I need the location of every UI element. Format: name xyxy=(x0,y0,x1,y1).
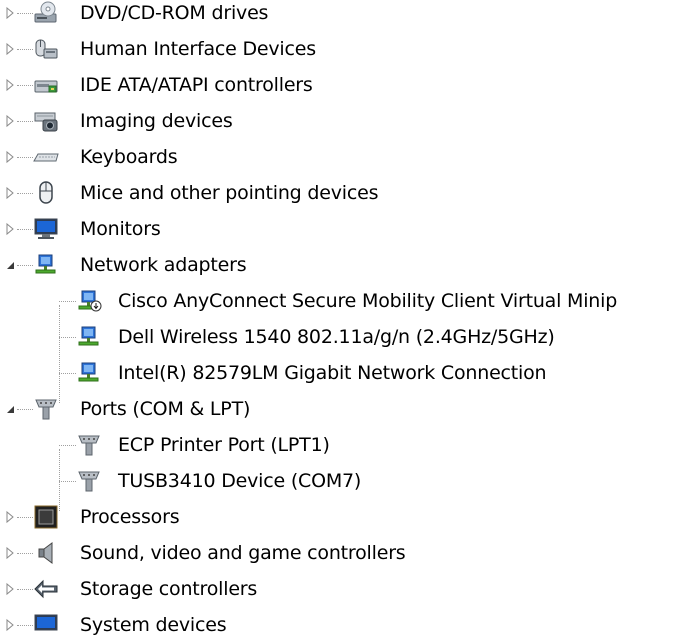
camera-scanner-icon xyxy=(34,112,58,132)
tree-connector xyxy=(59,481,76,482)
expand-arrow-icon[interactable] xyxy=(4,582,16,596)
expand-arrow-icon[interactable] xyxy=(4,78,16,92)
tree-item-label: Mice and other pointing devices xyxy=(80,182,379,204)
tree-item-label: Imaging devices xyxy=(80,110,233,132)
tree-item-mice[interactable]: Mice and other pointing devices xyxy=(0,175,689,211)
tree-item-cisco-anyconnect-adapter[interactable]: Cisco AnyConnect Secure Mobility Client … xyxy=(0,283,689,319)
tree-connector xyxy=(17,121,33,122)
ide-controller-icon xyxy=(34,80,58,93)
speaker-icon xyxy=(38,542,53,564)
collapse-arrow-icon[interactable] xyxy=(4,402,16,416)
tree-item-label: Ports (COM & LPT) xyxy=(80,398,251,420)
tree-item-label: Intel(R) 82579LM Gigabit Network Connect… xyxy=(118,362,547,384)
expand-arrow-icon[interactable] xyxy=(4,222,16,236)
system-device-icon xyxy=(34,614,58,631)
expand-arrow-icon[interactable] xyxy=(4,510,16,524)
tree-connector xyxy=(17,517,33,518)
tree-connector xyxy=(17,229,33,230)
tree-item-network-adapters[interactable]: Network adapters xyxy=(0,247,689,283)
expand-arrow-icon[interactable] xyxy=(4,150,16,164)
tree-item-label: System devices xyxy=(80,614,227,636)
network-adapter-icon xyxy=(78,326,99,346)
tree-item-label: DVD/CD-ROM drives xyxy=(80,2,269,24)
dvd-drive-icon xyxy=(34,1,57,23)
processor-icon xyxy=(34,505,58,529)
tree-connector xyxy=(17,589,33,590)
tree-item-label: Monitors xyxy=(80,218,161,240)
tree-connector xyxy=(17,553,33,554)
tree-item-label: IDE ATA/ATAPI controllers xyxy=(80,74,313,96)
storage-controller-icon xyxy=(34,579,58,599)
tree-item-label: Cisco AnyConnect Secure Mobility Client … xyxy=(118,290,618,312)
tree-item-label: ECP Printer Port (LPT1) xyxy=(118,434,330,456)
tree-item-dell-wireless-adapter[interactable]: Dell Wireless 1540 802.11a/g/n (2.4GHz/5… xyxy=(0,319,689,355)
expand-arrow-icon[interactable] xyxy=(4,186,16,200)
tree-item-intel-gigabit-adapter[interactable]: Intel(R) 82579LM Gigabit Network Connect… xyxy=(0,355,689,391)
expand-arrow-icon[interactable] xyxy=(4,546,16,560)
tree-item-label: Sound, video and game controllers xyxy=(80,542,406,564)
tree-item-imaging-devices[interactable]: Imaging devices xyxy=(0,103,689,139)
collapse-arrow-icon[interactable] xyxy=(4,258,16,272)
tree-connector xyxy=(59,301,76,302)
tree-connector xyxy=(17,265,33,266)
tree-connector xyxy=(17,157,33,158)
tree-item-label: Keyboards xyxy=(80,146,178,168)
expand-arrow-icon[interactable] xyxy=(4,618,16,632)
tree-item-ide-ata-atapi-controllers[interactable]: IDE ATA/ATAPI controllers xyxy=(0,67,689,103)
tree-item-ecp-printer-port[interactable]: ECP Printer Port (LPT1) xyxy=(0,427,689,463)
tree-item-label: Human Interface Devices xyxy=(80,38,316,60)
tree-item-storage-controllers[interactable]: Storage controllers xyxy=(0,571,689,607)
tree-item-label: Storage controllers xyxy=(80,578,258,600)
expand-arrow-icon[interactable] xyxy=(4,114,16,128)
tree-item-monitors[interactable]: Monitors xyxy=(0,211,689,247)
mouse-icon xyxy=(39,181,53,204)
network-adapter-icon xyxy=(78,362,99,382)
tree-connector xyxy=(17,85,33,86)
tree-item-label: Network adapters xyxy=(80,254,247,276)
network-adapter-download-icon xyxy=(78,290,102,312)
tree-item-ports[interactable]: Ports (COM & LPT) xyxy=(0,391,689,427)
tree-connector xyxy=(17,409,33,410)
network-adapter-icon xyxy=(35,254,56,274)
monitor-icon xyxy=(34,218,58,239)
tree-connector xyxy=(17,193,33,194)
tree-connector xyxy=(59,445,76,446)
expand-arrow-icon[interactable] xyxy=(4,42,16,56)
port-connector-icon xyxy=(78,435,100,456)
device-tree: DVD/CD-ROM drives Human Interface Device… xyxy=(0,0,689,643)
port-connector-icon xyxy=(35,399,57,420)
tree-item-label: Dell Wireless 1540 802.11a/g/n (2.4GHz/5… xyxy=(118,326,555,348)
hid-icon xyxy=(35,39,58,59)
tree-item-tusb3410-device[interactable]: TUSB3410 Device (COM7) xyxy=(0,463,689,499)
tree-item-dvd-cd-rom-drives[interactable]: DVD/CD-ROM drives xyxy=(0,0,689,31)
tree-item-system-devices[interactable]: System devices xyxy=(0,607,689,643)
tree-item-label: TUSB3410 Device (COM7) xyxy=(118,470,362,492)
expand-arrow-icon[interactable] xyxy=(4,6,16,20)
tree-item-human-interface-devices[interactable]: Human Interface Devices xyxy=(0,31,689,67)
keyboard-icon xyxy=(33,153,59,162)
tree-connector xyxy=(17,49,33,50)
tree-item-label: Processors xyxy=(80,506,180,528)
tree-item-keyboards[interactable]: Keyboards xyxy=(0,139,689,175)
tree-connector xyxy=(17,13,33,14)
tree-connector xyxy=(59,373,76,374)
tree-connector xyxy=(59,337,76,338)
port-connector-icon xyxy=(78,471,100,492)
tree-item-processors[interactable]: Processors xyxy=(0,499,689,535)
tree-item-sound-video-game-controllers[interactable]: Sound, video and game controllers xyxy=(0,535,689,571)
tree-connector xyxy=(17,625,33,626)
